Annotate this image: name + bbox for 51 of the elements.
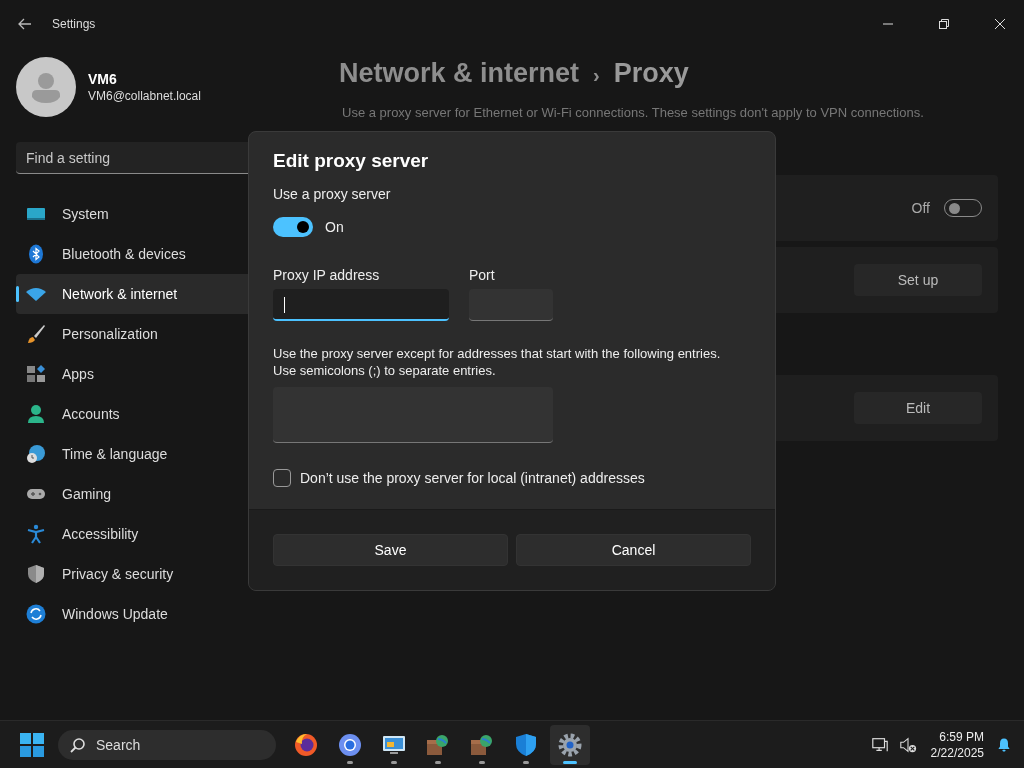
shield-icon <box>514 732 538 757</box>
window-title: Settings <box>52 17 96 31</box>
maximize-icon[interactable] <box>938 18 950 30</box>
field-label: Port <box>469 267 496 283</box>
card-button[interactable]: Set up <box>854 264 982 296</box>
gear-icon <box>558 732 582 757</box>
shield-icon <box>26 564 46 584</box>
avatar-icon <box>16 57 76 117</box>
globe-box-icon <box>426 732 450 757</box>
muted-speaker-icon[interactable] <box>898 735 917 754</box>
person-icon <box>26 404 46 424</box>
dialog-button[interactable]: Cancel <box>516 534 751 566</box>
breadcrumb-separator: › <box>593 64 600 87</box>
page-description: Use a proxy server for Ethernet or Wi-Fi connections. These settings don't apply to VPN connections. <box>342 105 925 120</box>
toggle-state: Off <box>911 200 930 216</box>
nav-item[interactable]: Windows Update <box>16 594 316 634</box>
network-icon[interactable] <box>870 735 889 754</box>
checkbox[interactable] <box>273 469 291 487</box>
toggle-label: Use a proxy server <box>273 186 392 202</box>
brush-icon <box>26 324 46 344</box>
close-icon[interactable] <box>994 18 1006 30</box>
back-arrow-icon[interactable] <box>18 18 32 30</box>
user-email: VM6@collabnet.local <box>88 89 201 103</box>
input-field[interactable] <box>273 289 449 321</box>
sync-icon <box>26 604 46 624</box>
start-icon[interactable] <box>20 732 44 757</box>
apps-icon <box>26 364 46 384</box>
card-button[interactable]: Edit <box>854 392 982 424</box>
accessibility-icon <box>26 524 46 544</box>
exceptions-help: Use the proxy server except for addresses that start with the following entries. Use semicolons (;) to separate entries. <box>273 345 722 379</box>
bluetooth-icon <box>26 244 46 264</box>
input-field[interactable] <box>273 387 553 443</box>
bell-icon[interactable] <box>996 736 1012 753</box>
user-name: VM6 <box>88 71 118 87</box>
browser-icon <box>338 732 362 757</box>
taskbar-search[interactable]: Search <box>58 729 276 760</box>
taskbar-app[interactable] <box>550 724 590 765</box>
fox-browser-icon <box>294 732 318 757</box>
dialog-button[interactable]: Save <box>273 534 508 566</box>
breadcrumb-parent[interactable]: Network & internet <box>339 58 580 89</box>
input-field[interactable] <box>469 289 553 321</box>
clock-date[interactable]: 2/22/2025 <box>930 744 984 761</box>
nav-item[interactable]: Accounts <box>16 394 316 434</box>
clock-time[interactable]: 6:59 PM <box>939 728 984 745</box>
toggle-switch[interactable] <box>273 217 313 237</box>
search-placeholder: Search <box>96 736 141 753</box>
toggle-state: On <box>325 219 344 235</box>
globe-clock-icon <box>26 444 46 464</box>
page-title: Proxy <box>613 58 689 89</box>
search-icon <box>70 736 86 753</box>
globe-box-icon <box>470 732 494 757</box>
